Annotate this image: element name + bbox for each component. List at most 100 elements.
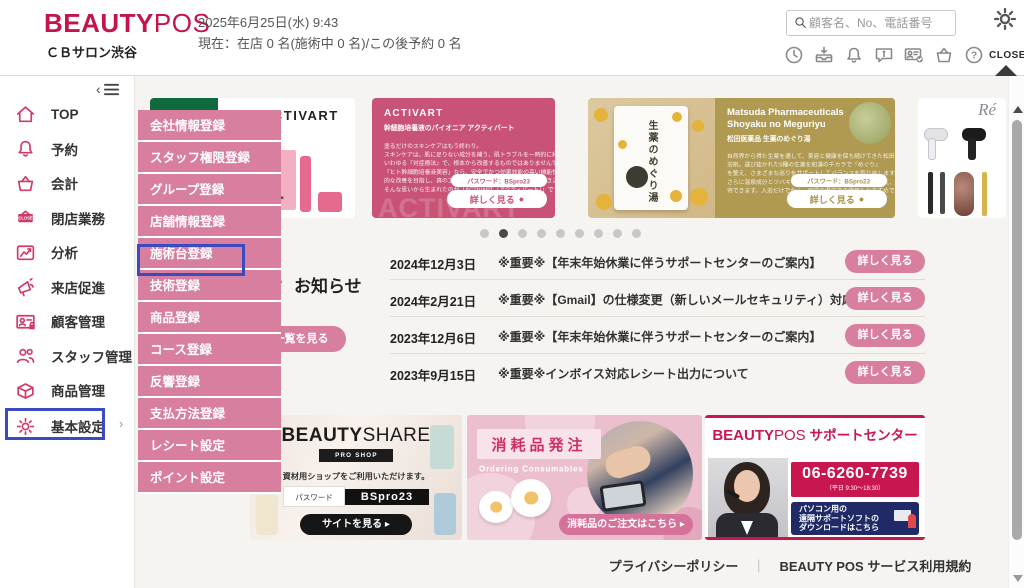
flyout-item-referral[interactable]: 反響登録 (138, 366, 281, 398)
page-scrollbar[interactable] (1008, 76, 1024, 588)
sidebar-item-reservation[interactable]: 予約 (14, 135, 132, 163)
sidebar-item-customers[interactable]: 顧客管理 (14, 307, 132, 335)
banner-detail-button[interactable]: 詳しく見る● (447, 190, 547, 208)
flyout-item-course[interactable]: コース登録 (138, 334, 281, 366)
sidebar-item-checkout[interactable]: 会計 (14, 169, 132, 197)
sidebar-item-analysis[interactable]: 分析 (14, 238, 132, 266)
customer-card-check-icon[interactable] (903, 44, 925, 66)
app-logo[interactable]: BEAUTYPOS (44, 8, 210, 39)
news-detail-button[interactable]: 詳しく見る (845, 324, 925, 347)
sidebar-label: 閉店業務 (51, 208, 105, 228)
news-detail-button[interactable]: 詳しく見る (845, 250, 925, 273)
password-pill: パスワード：BSpro23 (791, 174, 887, 187)
password-row: パスワード BSpro23 (250, 486, 462, 507)
carousel-dot[interactable] (632, 229, 641, 238)
terms-link[interactable]: BEAUTY POS サービス利用規約 (779, 556, 971, 575)
news-detail-button[interactable]: 詳しく見る (845, 287, 925, 310)
flyout-item-point-settings[interactable]: ポイント設定 (138, 462, 281, 494)
sidebar-item-closing[interactable]: CLOSE 閉店業務 (14, 204, 132, 232)
flyout-item-company-info[interactable]: 会社情報登録 (138, 110, 281, 142)
package-name: 生薬のめぐり湯 (644, 120, 659, 204)
sidebar-item-products[interactable]: 商品管理 (14, 376, 132, 404)
sidebar-item-staff[interactable]: スタッフ管理 (14, 342, 132, 370)
svg-text:CLOSE: CLOSE (18, 216, 33, 221)
carousel-dot-active[interactable] (499, 229, 508, 238)
footer-links: プライバシーポリシー ｜ BEAUTY POS サービス利用規約 (590, 556, 990, 575)
banner-subtitle: 幹細胞培養液のパイオニア アクティバート (384, 122, 548, 132)
remote-support-download-box[interactable]: パソコン用の 遠隔サポートソフトの ダウンロードはこちら (791, 502, 919, 535)
inbox-icon[interactable] (813, 44, 835, 66)
news-title: ※重要※【Gmail】の仕様変更（新しいメールセキュリティ）対応について (498, 291, 902, 308)
support-center-banner[interactable]: BEAUTYPOSサポートセンター 06-6260-7739 （平日 9:30〜… (705, 415, 925, 540)
paper-roll (511, 479, 551, 517)
flower-dot (596, 194, 612, 210)
consumables-order-banner[interactable]: 消耗品発注 Ordering Consumables 消耗品のご注文はこちら ▸ (467, 415, 702, 540)
flyout-item-staff-permissions[interactable]: スタッフ権限登録 (138, 142, 281, 174)
flyout-item-receipt-settings[interactable]: レシート設定 (138, 430, 281, 462)
basket-icon[interactable] (933, 44, 955, 66)
basic-settings-flyout-menu: 会社情報登録 スタッフ権限登録 グループ登録 店舗情報登録 施術台登録 技術登録… (138, 110, 281, 494)
sidebar-label: 来店促進 (51, 277, 105, 297)
treatment-table-highlight-box (137, 244, 245, 276)
banner-detail-button[interactable]: 詳しく見る● (787, 190, 887, 208)
flyout-item-store-info[interactable]: 店舗情報登録 (138, 206, 281, 238)
sidebar-label: TOP (51, 107, 79, 122)
notification-bell-icon[interactable] (843, 44, 865, 66)
search-input[interactable] (809, 16, 949, 30)
privacy-policy-link[interactable]: プライバシーポリシー (609, 556, 739, 575)
news-detail-button[interactable]: 詳しく見る (845, 361, 925, 384)
beauty-share-site-button[interactable]: サイトを見る ▸ (300, 514, 412, 535)
sidebar-item-top[interactable]: TOP (14, 100, 132, 128)
flyout-item-group[interactable]: グループ登録 (138, 174, 281, 206)
carousel-dot[interactable] (594, 229, 603, 238)
package-badge (626, 166, 648, 188)
flower-dot (672, 112, 682, 122)
close-header-button[interactable]: CLOSE (989, 50, 1024, 61)
product-jar-shape (318, 192, 342, 212)
carousel-dot[interactable] (575, 229, 584, 238)
scrollbar-thumb[interactable] (1012, 120, 1022, 540)
consumables-order-button[interactable]: 消耗品のご注文はこちら ▸ (559, 514, 693, 535)
hair-iron (940, 172, 945, 214)
settings-gear-icon[interactable] (991, 5, 1019, 33)
flyout-item-product[interactable]: 商品登録 (138, 302, 281, 334)
product-box-icon (14, 379, 37, 402)
sidebar-label: 会計 (51, 173, 78, 193)
carousel-banner-shoyaku-meguriyu[interactable]: 生薬のめぐり湯 Matsuda Pharmaceuticals Shoyaku … (588, 98, 895, 218)
banner-subtitle: 松田医薬品 生薬のめぐり湯 (727, 133, 890, 143)
customer-search-box[interactable] (786, 10, 956, 36)
news-date: 2024年12月3日 (390, 254, 476, 273)
carousel-dot[interactable] (480, 229, 489, 238)
beauty-share-title: BEAUTYSHARE (250, 425, 462, 447)
matsuda-gold-panel: Matsuda Pharmaceuticals Shoyaku no Megur… (715, 98, 895, 218)
carousel-dot[interactable] (556, 229, 565, 238)
carousel-banner-refa[interactable]: Ré (918, 98, 1006, 218)
news-title: ※重要※インボイス対応レシート出力について (498, 365, 749, 382)
carousel-dot[interactable] (537, 229, 546, 238)
help-icon[interactable]: ? (963, 44, 985, 66)
home-icon (14, 103, 37, 126)
carousel-dot[interactable] (613, 229, 622, 238)
beauty-share-banner[interactable]: BEAUTYSHARE PRO SHOP 資材用ショップをご利用いただけます。 … (250, 415, 462, 540)
arrow-right-icon: ▸ (680, 519, 685, 530)
logo-beauty: BEAUTY (44, 8, 154, 38)
flower-dot (594, 108, 608, 122)
carousel-banner-activart-info[interactable]: ACTIVART 幹細胞培養液のパイオニア アクティバート 塗るだけのスキンケア… (372, 98, 555, 218)
sidebar-item-promotion[interactable]: 来店促進 (14, 273, 132, 301)
scrollbar-down-arrow-icon[interactable] (1013, 575, 1023, 582)
close-sign-icon: CLOSE (14, 206, 37, 229)
carousel-dot[interactable] (518, 229, 527, 238)
flyout-item-payment-method[interactable]: 支払方法登録 (138, 398, 281, 430)
sidebar-collapse-button[interactable]: ‹ (96, 81, 120, 97)
customer-card-lock-icon (14, 310, 37, 333)
sidebar-nav: ‹ TOP 予約 会計 CLOSE 閉店業務 分析 来店促進 顧客管理 スタッフ… (0, 76, 135, 588)
carousel-dots (480, 229, 641, 238)
clock-icon[interactable] (783, 44, 805, 66)
chart-icon (14, 241, 37, 264)
support-hours: （平日 9:30〜18:30） (817, 483, 894, 492)
message-info-icon[interactable] (873, 44, 895, 66)
support-phone-box[interactable]: 06-6260-7739 （平日 9:30〜18:30） (791, 462, 919, 497)
beauty-share-content: BEAUTYSHARE PRO SHOP 資材用ショップをご利用いただけます。 … (250, 415, 462, 535)
scrollbar-up-arrow-icon[interactable] (1013, 106, 1023, 113)
collapse-up-triangle-icon[interactable] (995, 65, 1017, 76)
